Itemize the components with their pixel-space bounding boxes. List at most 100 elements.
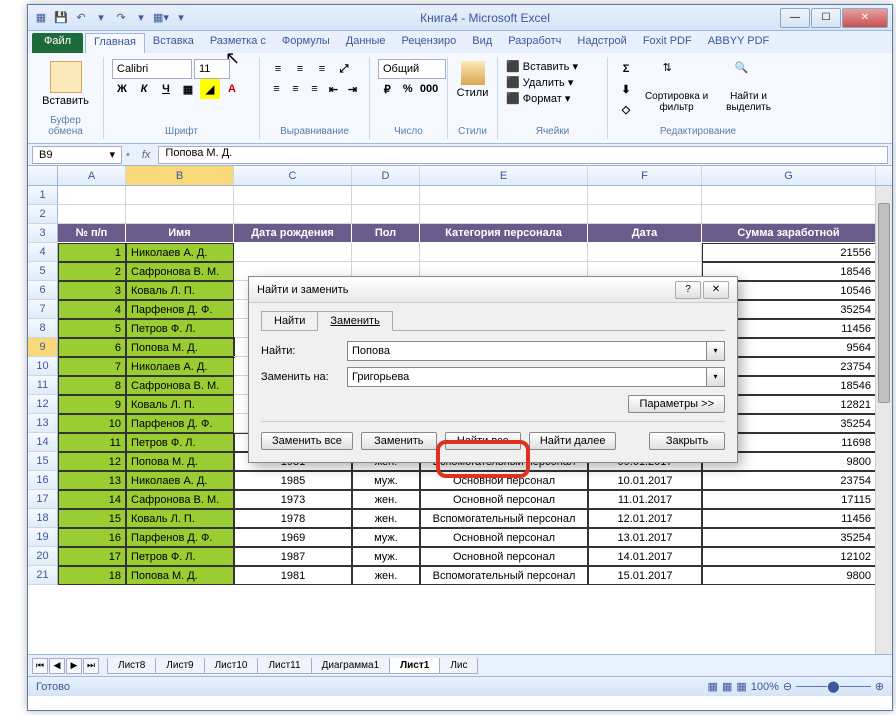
cell[interactable]: 11456 <box>702 509 876 528</box>
table-header-cell[interactable]: Сумма заработной <box>702 224 876 243</box>
table-header-cell[interactable]: Дата <box>588 224 702 243</box>
cell[interactable]: 1978 <box>234 509 352 528</box>
dialog-close-button[interactable]: ✕ <box>703 281 729 299</box>
paste-button[interactable]: Вставить <box>36 59 95 109</box>
table-header-cell[interactable]: Категория персонала <box>420 224 588 243</box>
cell[interactable]: Сафронова В. М. <box>126 262 234 281</box>
name-box[interactable]: B9 ▾ <box>32 146 122 164</box>
dialog-tab-find[interactable]: Найти <box>261 311 318 331</box>
cell[interactable]: 35254 <box>702 528 876 547</box>
align-left-button[interactable]: ≡ <box>268 79 285 99</box>
cell[interactable]: Вспомогательный персонал <box>420 509 588 528</box>
cell[interactable]: Сафронова В. М. <box>126 490 234 509</box>
cell[interactable]: 13 <box>58 471 126 490</box>
cell[interactable]: Николаев А. Д. <box>126 243 234 262</box>
col-header-G[interactable]: G <box>702 166 876 185</box>
find-input[interactable] <box>347 341 707 361</box>
font-color-button[interactable]: А <box>222 79 242 99</box>
cell[interactable]: 15 <box>58 509 126 528</box>
styles-button[interactable]: Стили <box>456 59 489 101</box>
cell[interactable]: 2 <box>58 262 126 281</box>
cell[interactable]: муж. <box>352 547 420 566</box>
sheet-tab[interactable]: Лист8 <box>107 658 156 674</box>
fill-down-button[interactable]: ⬇ <box>616 79 636 99</box>
close-dialog-button[interactable]: Закрыть <box>649 432 725 450</box>
orientation-button[interactable]: ⤢ <box>334 59 354 79</box>
undo-icon[interactable]: ↶ <box>72 9 90 27</box>
ribbon-tab-data[interactable]: Данные <box>338 33 394 53</box>
cell[interactable]: Петров Ф. Л. <box>126 547 234 566</box>
row-header-14[interactable]: 14 <box>28 433 58 452</box>
sort-filter-button[interactable]: ⇅ Сортировка и фильтр <box>640 59 713 119</box>
table-header-cell[interactable]: Дата рождения <box>234 224 352 243</box>
cell[interactable]: муж. <box>352 471 420 490</box>
bold-button[interactable]: Ж <box>112 79 132 99</box>
cell[interactable]: Петров Ф. Л. <box>126 433 234 452</box>
select-all-corner[interactable] <box>28 166 58 185</box>
row-header-8[interactable]: 8 <box>28 319 58 338</box>
cell[interactable]: 3 <box>58 281 126 300</box>
row-header-10[interactable]: 10 <box>28 357 58 376</box>
col-header-B[interactable]: B <box>126 166 234 185</box>
row-header-7[interactable]: 7 <box>28 300 58 319</box>
number-format-select[interactable] <box>378 59 446 79</box>
find-all-button[interactable]: Найти все <box>445 432 521 450</box>
cell[interactable]: Основной персонал <box>420 547 588 566</box>
cell[interactable]: Парфенов Д. Ф. <box>126 414 234 433</box>
sheet-tab[interactable]: Диаграмма1 <box>311 658 391 674</box>
cell[interactable] <box>352 186 420 205</box>
close-button[interactable]: ✕ <box>842 8 888 28</box>
ribbon-tab-formulas[interactable]: Формулы <box>274 33 338 53</box>
col-header-E[interactable]: E <box>420 166 588 185</box>
replace-dropdown-icon[interactable]: ▾ <box>707 367 725 387</box>
row-header-12[interactable]: 12 <box>28 395 58 414</box>
row-header-11[interactable]: 11 <box>28 376 58 395</box>
col-header-C[interactable]: C <box>234 166 352 185</box>
align-top-button[interactable]: ≡ <box>268 59 288 79</box>
cells-delete-button[interactable]: ⬛ Удалить ▾ <box>506 75 599 91</box>
redo-icon[interactable]: ↷ <box>112 9 130 27</box>
formula-input[interactable]: Попова М. Д. <box>158 146 888 164</box>
sheet-tab[interactable]: Лист1 <box>389 658 440 674</box>
col-header-F[interactable]: F <box>588 166 702 185</box>
cell[interactable] <box>588 243 702 262</box>
cell[interactable]: 18 <box>58 566 126 585</box>
file-tab[interactable]: Файл <box>32 33 83 53</box>
row-header-2[interactable]: 2 <box>28 205 58 224</box>
cell[interactable] <box>702 205 876 224</box>
comma-button[interactable]: 000 <box>419 79 439 99</box>
replace-input[interactable] <box>347 367 707 387</box>
row-header-18[interactable]: 18 <box>28 509 58 528</box>
cell[interactable]: Попова М. Д. <box>126 566 234 585</box>
cell[interactable]: 13.01.2017 <box>588 528 702 547</box>
zoom-slider[interactable]: ────⬤──── <box>796 680 871 693</box>
row-header-17[interactable]: 17 <box>28 490 58 509</box>
cell[interactable] <box>234 205 352 224</box>
cell[interactable]: Петров Ф. Л. <box>126 319 234 338</box>
cell[interactable]: 17115 <box>702 490 876 509</box>
ribbon-tab-addins[interactable]: Надстрой <box>569 33 634 53</box>
cell[interactable] <box>702 186 876 205</box>
autosum-button[interactable]: Σ <box>616 59 636 79</box>
view-break-icon[interactable]: ▦ <box>736 680 746 693</box>
table-header-cell[interactable]: № п/п <box>58 224 126 243</box>
cell[interactable]: 12102 <box>702 547 876 566</box>
cell[interactable]: Николаев А. Д. <box>126 471 234 490</box>
cell[interactable]: Николаев А. Д. <box>126 357 234 376</box>
ribbon-tab-abbyy[interactable]: ABBYY PDF <box>700 33 778 53</box>
find-dropdown-icon[interactable]: ▾ <box>707 341 725 361</box>
cell[interactable]: 23754 <box>702 471 876 490</box>
cell[interactable] <box>420 186 588 205</box>
find-select-button[interactable]: 🔍 Найти и выделить <box>717 59 780 119</box>
align-center-button[interactable]: ≡ <box>287 79 304 99</box>
zoom-out-button[interactable]: ⊖ <box>783 680 792 693</box>
cell[interactable]: 10 <box>58 414 126 433</box>
cell[interactable] <box>58 205 126 224</box>
row-header-5[interactable]: 5 <box>28 262 58 281</box>
zoom-in-button[interactable]: ⊕ <box>875 680 884 693</box>
row-header-4[interactable]: 4 <box>28 243 58 262</box>
row-header-6[interactable]: 6 <box>28 281 58 300</box>
minimize-button[interactable]: — <box>780 8 810 28</box>
cell[interactable]: Коваль Л. П. <box>126 509 234 528</box>
save-icon[interactable]: 💾 <box>52 9 70 27</box>
